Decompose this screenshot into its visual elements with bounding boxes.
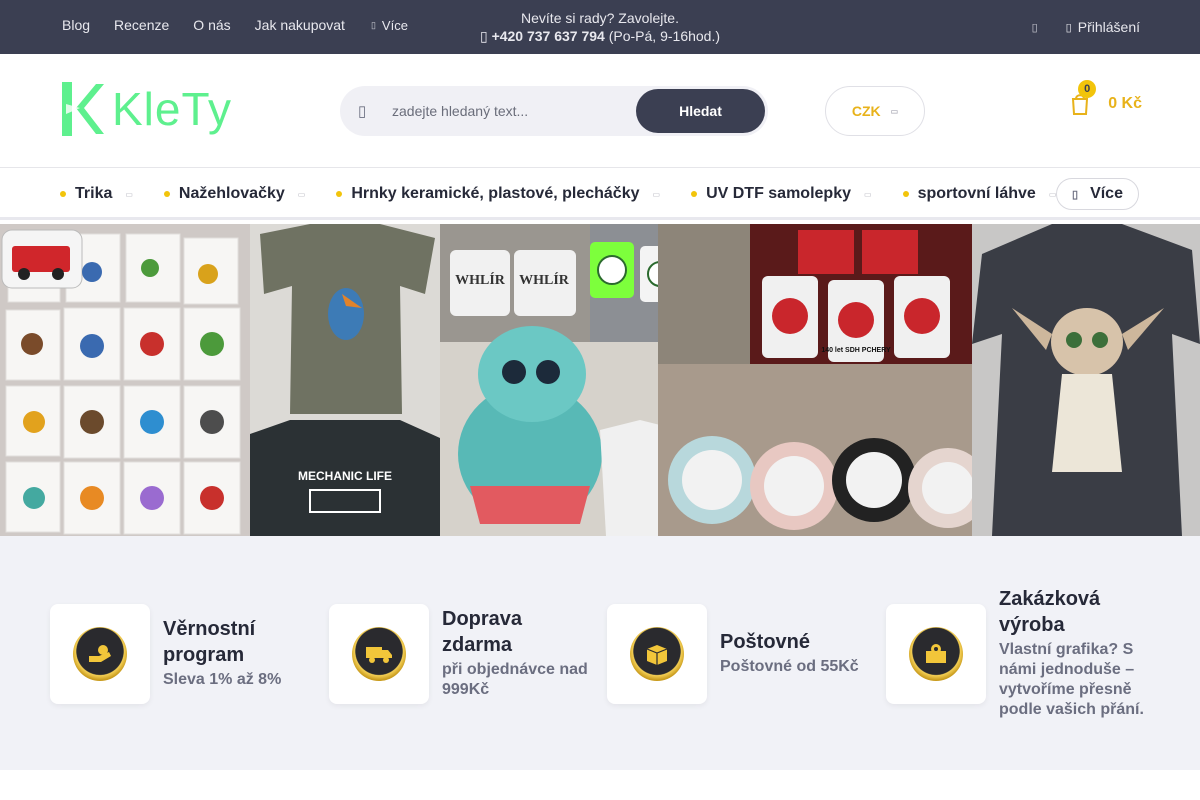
nav-item-label: Nažehlovačky bbox=[178, 185, 285, 202]
truck-icon bbox=[352, 627, 406, 681]
hand-coin-icon bbox=[73, 627, 127, 681]
package-icon bbox=[630, 627, 684, 681]
header: KleTy ▯ Hledat CZK ▭ 0 0 Kč bbox=[0, 54, 1200, 168]
fire-mugs-image: 140 let SDH PCHERY bbox=[658, 224, 1000, 536]
category-nav: Trika ▭ Nažehlovačky ▭ Hrnky keramické, … bbox=[0, 168, 1200, 220]
banner-tile-dobby-shirt bbox=[972, 224, 1200, 536]
feature-desc: při objednávce nad 999Kč bbox=[442, 661, 588, 698]
contact-line: Nevíte si rady? Zavolejte. bbox=[521, 10, 679, 26]
feature-title: Zakázková výroba bbox=[999, 588, 1101, 636]
bullet-icon bbox=[691, 191, 698, 197]
nav-item-uv-dtf[interactable]: UV DTF samolepky ▭ bbox=[691, 185, 872, 203]
cart-count-badge: 0 bbox=[1078, 80, 1097, 98]
contact-info: Nevíte si rady? Zavolejte. ▯ +420 737 63… bbox=[0, 9, 1200, 45]
search-input[interactable] bbox=[392, 100, 622, 122]
features-strip: Věrnostní program Sleva 1% až 8% Doprava… bbox=[0, 536, 1200, 770]
wishlist-icon[interactable]: ▯ bbox=[1032, 21, 1038, 34]
search-button[interactable]: Hledat bbox=[636, 89, 765, 133]
chevron-down-icon: ▭ bbox=[864, 189, 872, 199]
nav-item-nazehlovacky[interactable]: Nažehlovačky ▭ bbox=[163, 185, 306, 203]
chevron-down-icon: ▭ bbox=[297, 189, 306, 199]
logo-text: KleTy bbox=[112, 83, 233, 135]
gear-box-icon bbox=[909, 627, 963, 681]
mug-text: WHLÍR bbox=[455, 271, 506, 288]
nav-more-button[interactable]: ▯ Více bbox=[1056, 178, 1139, 210]
nav-item-lahve[interactable]: sportovní láhve ▭ bbox=[902, 185, 1056, 203]
bullet-icon bbox=[60, 191, 66, 197]
currency-select[interactable]: CZK ▭ bbox=[825, 86, 925, 136]
user-icon: ▯ bbox=[1065, 21, 1072, 34]
banner-tile-fire-mugs: 140 let SDH PCHERY bbox=[658, 224, 1000, 536]
login-label: Přihlášení bbox=[1077, 19, 1140, 35]
cart-total: 0 Kč bbox=[1108, 95, 1142, 112]
category-items: Trika ▭ Nažehlovačky ▭ Hrnky keramické, … bbox=[60, 185, 1087, 203]
hero-banner[interactable]: MECHANIC LIFE WHLÍR WHLÍR 140 let SDH PC… bbox=[0, 224, 1200, 536]
feature-desc: Sleva 1% až 8% bbox=[163, 671, 282, 688]
feature-title: Doprava zdarma bbox=[442, 608, 523, 656]
bullet-icon bbox=[336, 191, 343, 197]
search-bar: ▯ Hledat bbox=[340, 86, 768, 136]
nav-item-label: sportovní láhve bbox=[917, 185, 1036, 202]
nav-item-trika[interactable]: Trika ▭ bbox=[60, 185, 133, 203]
search-icon: ▯ bbox=[358, 103, 367, 120]
chevron-down-icon: ▭ bbox=[890, 106, 899, 116]
chevron-down-icon: ▭ bbox=[652, 189, 661, 199]
page-bottom bbox=[0, 770, 1200, 800]
login-link[interactable]: ▯ Přihlášení bbox=[1066, 19, 1140, 35]
nav-item-label: Trika bbox=[75, 185, 113, 202]
feature-title: Věrnostní program bbox=[163, 618, 256, 666]
mechanic-life-text: MECHANIC LIFE bbox=[298, 469, 392, 483]
chevron-down-icon: ▭ bbox=[125, 189, 133, 199]
logo[interactable]: KleTy bbox=[58, 78, 232, 140]
cart[interactable]: 0 0 Kč bbox=[1070, 80, 1142, 116]
currency-value: CZK bbox=[851, 103, 881, 119]
feature-desc: Vlastní grafika? S námi jednoduše – vytv… bbox=[999, 641, 1144, 718]
nav-item-hrnky[interactable]: Hrnky keramické, plastové, plecháčky ▭ bbox=[336, 185, 660, 203]
nav-item-label: UV DTF samolepky bbox=[706, 185, 851, 202]
feature-card bbox=[886, 604, 986, 704]
tshirt-image: MECHANIC LIFE bbox=[250, 224, 440, 536]
feature-card bbox=[329, 604, 429, 704]
feature-card bbox=[50, 604, 150, 704]
mug-text: 140 let SDH PCHERY bbox=[821, 347, 891, 354]
office-hours: (Po-Pá, 9-16hod.) bbox=[608, 28, 721, 44]
feature-desc: Poštovné od 55Kč bbox=[720, 658, 859, 675]
bug-shirts-image bbox=[0, 224, 250, 536]
cart-icon: 0 bbox=[1070, 80, 1097, 116]
menu-icon: ▯ bbox=[1072, 188, 1079, 201]
top-bar: Blog Recenze O nás Jak nakupovat ▯ Více … bbox=[0, 0, 1200, 54]
nav-item-label: Hrnky keramické, plastové, plecháčky bbox=[351, 185, 640, 202]
mug-text: WHLÍR bbox=[519, 271, 570, 288]
top-right: ▯ ▯ Přihlášení bbox=[1032, 19, 1140, 35]
dobby-shirt-image bbox=[972, 224, 1200, 536]
bullet-icon bbox=[902, 191, 909, 197]
banner-tile-tshirts: MECHANIC LIFE bbox=[250, 224, 440, 536]
banner-tile-bug-shirts bbox=[0, 224, 250, 536]
phone-number[interactable]: +420 737 637 794 bbox=[492, 28, 605, 44]
logo-mark-icon bbox=[62, 82, 104, 136]
phone-icon: ▯ bbox=[479, 28, 488, 44]
nav-more-label: Více bbox=[1090, 185, 1123, 202]
bullet-icon bbox=[163, 191, 170, 197]
feature-title: Poštovné bbox=[720, 631, 811, 653]
feature-card bbox=[607, 604, 707, 704]
